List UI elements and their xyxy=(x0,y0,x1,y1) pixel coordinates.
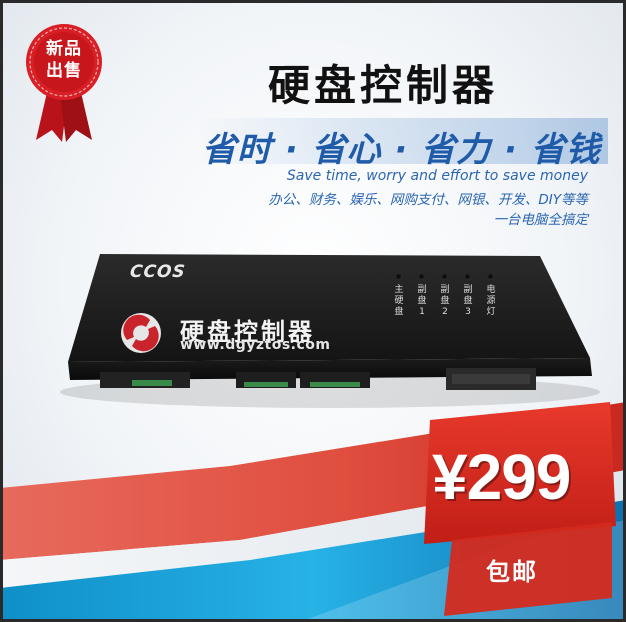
price-label: ¥299 xyxy=(432,441,571,513)
product-banner: 新品 出售 硬盘控制器 省时 · 省心 · 省力 · 省钱 Save time,… xyxy=(0,0,626,622)
free-shipping-label: 包邮 xyxy=(486,558,538,586)
price-tag: ¥299 包邮 xyxy=(0,0,626,622)
